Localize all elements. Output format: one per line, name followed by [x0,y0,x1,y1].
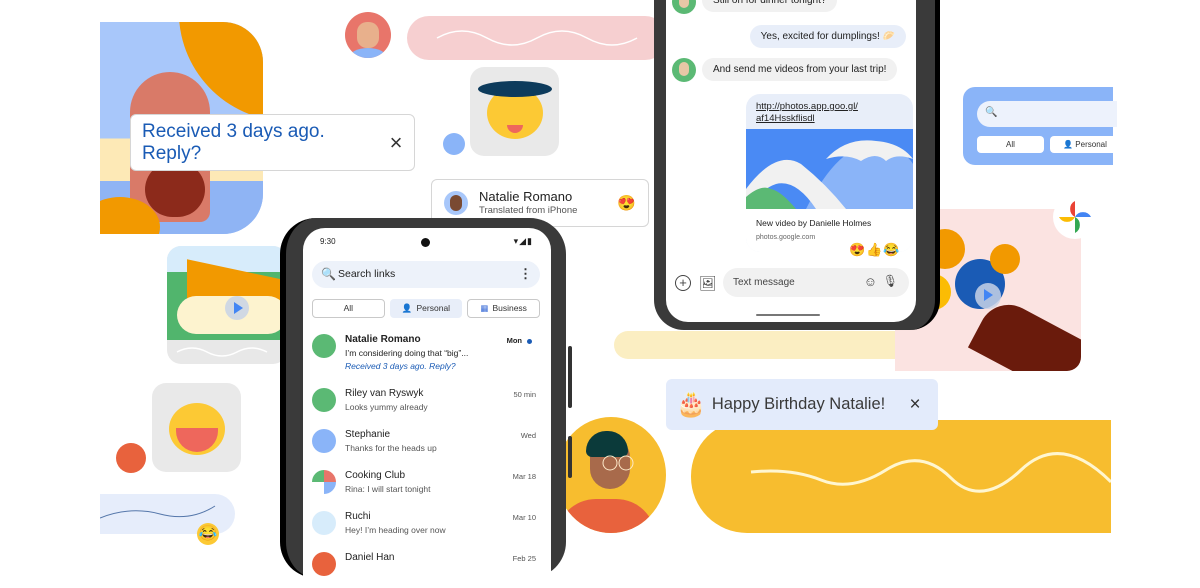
chat-phone: Still on for dinner tonight? Yes, excite… [654,0,940,330]
message-reactions: 😍👍😂 [849,242,901,257]
play-icon[interactable] [975,283,1001,309]
close-icon[interactable]: × [378,130,414,156]
search-icon: 🔍 [321,267,336,281]
conversation-row[interactable]: Natalie Romano I’m considering doing tha… [303,334,551,375]
avatar [312,388,336,412]
search-card-illustration: 🔍 All 👤 Personal [963,87,1120,165]
chip-business[interactable]: ▦ Business [467,299,541,318]
status-time: 9:30 [320,237,336,246]
gallery-icon[interactable]: 🖼 [699,275,717,292]
avatar-natalie [672,0,696,14]
chip-all: All [977,136,1044,153]
avatar-natalie [444,191,468,215]
chip-all[interactable]: All [312,299,385,318]
chat-screen: Still on for dinner tonight? Yes, excite… [666,0,916,322]
reply-nudge-text[interactable]: Received 3 days ago. Reply? [142,121,378,165]
conversation-row[interactable]: Riley van Ryswyk Looks yummy already 50 … [303,388,551,429]
cowboy-cat-sticker [470,67,559,156]
contact-name: Natalie Romano [479,189,573,204]
person-icon: 👤 [401,303,413,313]
pink-message-bubble [407,16,667,60]
message-input[interactable]: Text message ☺ 🎙 [723,268,909,297]
conversation-row[interactable]: Cooking Club Rina: I will start tonight … [303,470,551,511]
link-title: New video by Danielle Holmes [756,218,872,228]
building-icon: ▦ [480,303,489,313]
emoji-icon[interactable]: ☺ [864,274,877,289]
chip-personal[interactable]: 👤 Personal [389,299,463,318]
message-bubble[interactable]: And send me videos from your last trip! [702,58,898,81]
signal-battery-icons: ▾◢▮ [513,236,533,246]
chip-personal: 👤 Personal [1050,136,1120,153]
video-thumbnail-dough[interactable] [167,246,287,364]
power-button [568,346,572,408]
blue-dot [443,133,465,155]
birthday-text[interactable]: Happy Birthday Natalie! [712,395,892,414]
yellow-wave-bubble [691,420,1111,533]
compose-bar: + 🖼 Text message ☺ 🎙 [666,268,916,302]
conversation-row[interactable]: Stephanie Thanks for the heads up Wed [303,429,551,470]
avatar-man [345,12,391,58]
reply-nudge[interactable]: Received 3 days ago. Reply? [345,361,456,371]
more-options-icon[interactable]: ⋮ [519,266,532,282]
search-links-input[interactable]: 🔍 Search links ⋮ [312,261,540,288]
mic-icon[interactable]: 🎙 [883,274,898,288]
reply-nudge-toast[interactable]: Received 3 days ago. Reply? × [130,114,415,171]
conversation-row[interactable]: Ruchi Hey! I’m heading over now Mar 10 [303,511,551,552]
conversation-list-phone: 9:30 ▾◢▮ 🔍 Search links ⋮ All 👤 Personal … [280,218,572,588]
close-icon[interactable]: × [892,394,938,416]
camera-cutout [421,238,430,247]
laughing-cat-sticker [152,383,241,472]
birthday-reminder-toast[interactable]: 🎂 Happy Birthday Natalie! × [666,379,938,430]
avatar-natalie [672,58,696,82]
link-host: photos.google.com [756,234,816,241]
message-bubble[interactable]: Still on for dinner tonight? [702,0,838,12]
avatar-man-glasses [556,417,666,533]
group-avatar [312,470,336,494]
gesture-handle [756,314,820,316]
filter-chips: All 👤 Personal ▦ Business [312,299,541,318]
google-photos-logo-icon [1053,195,1097,239]
add-attachment-icon[interactable]: + [675,275,691,291]
message-bubble[interactable]: Yes, excited for dumplings! 🥟 [749,25,906,48]
cake-icon: 🎂 [676,391,706,418]
conversation-row[interactable]: Daniel Han Feb 25 [303,552,551,588]
avatar [312,429,336,453]
search-icon: 🔍 [985,107,998,118]
list-screen: 9:30 ▾◢▮ 🔍 Search links ⋮ All 👤 Personal … [303,228,551,588]
link-preview-card[interactable]: http://photos.app.goo.gl/af14Hsskflisdl … [746,94,913,252]
avatar [312,511,336,535]
play-icon[interactable] [225,296,249,320]
link-url[interactable]: http://photos.app.goo.gl/ [756,101,858,112]
unread-dot [527,339,532,344]
translated-label: Translated from iPhone [479,205,578,216]
avatar-woman [116,443,146,473]
volume-button [568,436,572,478]
laughing-emoji: 😂 [197,523,219,545]
link-preview-image [746,129,913,209]
avatar [312,552,336,576]
heart-eyes-reaction-icon: 😍 [617,195,636,212]
status-bar: 9:30 ▾◢▮ [303,234,551,250]
avatar [312,334,336,358]
